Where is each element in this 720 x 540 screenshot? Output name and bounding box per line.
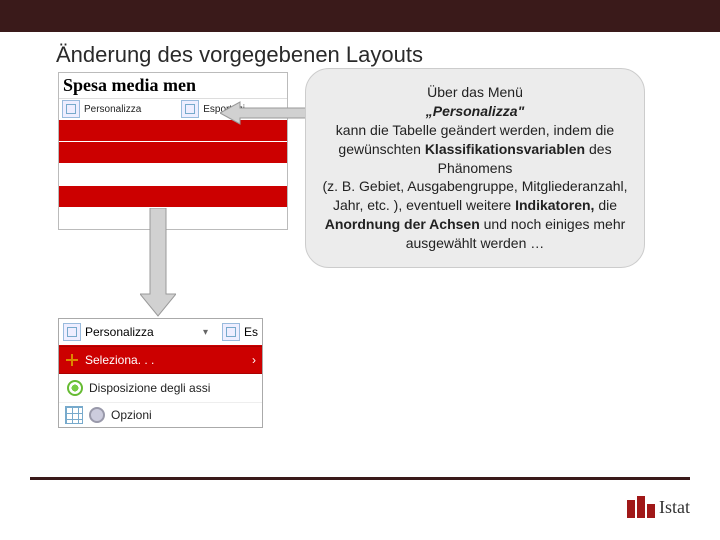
menu-item-seleziona[interactable]: Seleziona. . . › [59, 346, 262, 374]
personalizza-label: Personalizza [84, 104, 141, 115]
callout-text: die [598, 197, 617, 213]
chevron-right-icon: › [252, 353, 256, 367]
callout-menu-name: „Personalizza" [426, 103, 524, 119]
export-icon [222, 323, 240, 341]
menu-item-opzioni[interactable]: Opzioni [59, 403, 262, 427]
menu-header[interactable]: Personalizza ▾ Es [59, 319, 262, 346]
export-icon [181, 100, 199, 118]
menu-item-label: Disposizione degli assi [89, 381, 210, 395]
plus-icon [65, 353, 79, 367]
gear-icon [89, 407, 105, 423]
personalizza-button[interactable]: Personalizza [62, 100, 141, 118]
menu-export-label: Es [244, 325, 258, 339]
istat-logo: Istat [627, 496, 690, 518]
top-bar [0, 0, 720, 32]
menu-item-label: Seleziona. . . [85, 353, 154, 367]
slide-title: Änderung des vorgegebenen Layouts [0, 32, 720, 68]
menu-header-label: Personalizza [85, 325, 154, 339]
personalizza-menu: Personalizza ▾ Es Seleziona. . . › Dispo… [58, 318, 263, 428]
personalizza-icon [63, 323, 81, 341]
arrow-down-icon [140, 208, 176, 318]
callout-keyword: Klassifikationsvariablen [425, 141, 585, 157]
table-row [59, 185, 287, 207]
table-row [59, 163, 287, 185]
callout-keyword: Indikatoren, [515, 197, 594, 213]
menu-item-label: Opzioni [111, 408, 152, 422]
menu-item-disposizione[interactable]: Disposizione degli assi [59, 374, 262, 403]
personalizza-icon [62, 100, 80, 118]
callout-keyword: Anordnung der Achsen [325, 216, 480, 232]
table-preview-panel: Spesa media men Personalizza Esportazi [58, 72, 288, 230]
axes-icon [67, 380, 83, 396]
logo-bars-icon [627, 496, 655, 518]
bottom-divider [30, 477, 690, 480]
logo-text: Istat [659, 497, 690, 518]
table-header: Spesa media men [59, 73, 287, 98]
table-row [59, 141, 287, 163]
grid-icon [65, 406, 83, 424]
callout-text: Über das Menü [427, 84, 523, 100]
callout-bubble: Über das Menü „Personalizza" kann die Ta… [305, 68, 645, 268]
caret-down-icon: ▾ [203, 327, 208, 338]
